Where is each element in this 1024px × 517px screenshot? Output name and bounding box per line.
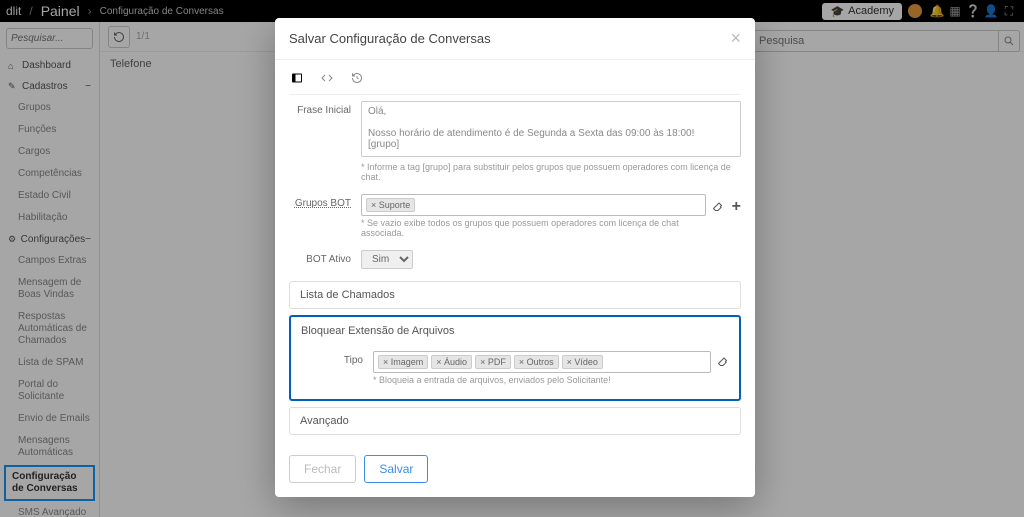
tipo-tag[interactable]: × PDF [475, 355, 511, 369]
row-grupos-bot: Grupos BOT × Suporte * Se vazio exibe to… [289, 188, 741, 244]
grupos-tag[interactable]: × Suporte [366, 198, 415, 212]
modal-close-button[interactable]: × [730, 28, 741, 49]
frase-hint: * Informe a tag [grupo] para substituir … [361, 162, 741, 182]
grupos-tagbox[interactable]: × Suporte [361, 194, 706, 216]
frase-label: Frase Inicial [289, 101, 361, 116]
block-title: Bloquear Extensão de Arquivos [301, 325, 729, 337]
section-avancado[interactable]: Avançado [289, 407, 741, 435]
section-bloquear-extensao: Bloquear Extensão de Arquivos Tipo × Ima… [289, 315, 741, 401]
clear-tags-button[interactable] [712, 200, 724, 215]
modal-tabs [289, 70, 741, 95]
frase-textarea[interactable]: Olá, Nosso horário de atendimento é de S… [361, 101, 741, 157]
add-tag-button[interactable]: + [732, 198, 741, 216]
grupos-hint: * Se vazio exibe todos os grupos que pos… [361, 218, 706, 238]
modal-body: Frase Inicial Olá, Nosso horário de aten… [275, 60, 755, 445]
section-lista-chamados[interactable]: Lista de Chamados [289, 281, 741, 309]
modal-title: Salvar Configuração de Conversas [289, 31, 491, 46]
tipo-tag[interactable]: × Outros [514, 355, 559, 369]
tipo-tag[interactable]: × Imagem [378, 355, 428, 369]
modal: Salvar Configuração de Conversas × Frase… [275, 18, 755, 497]
modal-footer: Fechar Salvar [275, 445, 755, 497]
panel-icon [291, 72, 303, 84]
modal-header: Salvar Configuração de Conversas × [275, 18, 755, 60]
botativo-select[interactable]: Sim [361, 250, 413, 269]
tipo-tag[interactable]: × Áudio [431, 355, 472, 369]
code-icon [321, 72, 333, 84]
grupos-label: Grupos BOT [289, 194, 361, 209]
eraser-icon [717, 355, 729, 367]
tipo-tagbox[interactable]: × Imagem × Áudio × PDF × Outros × Vídeo [373, 351, 711, 373]
botativo-label: BOT Ativo [289, 250, 361, 265]
tab-history[interactable] [349, 70, 365, 86]
tab-general[interactable] [289, 70, 305, 86]
tipo-tag[interactable]: × Vídeo [562, 355, 603, 369]
row-bot-ativo: BOT Ativo Sim [289, 244, 741, 275]
eraser-icon [712, 200, 724, 212]
save-button[interactable]: Salvar [364, 455, 428, 483]
history-icon [351, 72, 363, 84]
tipo-hint: * Bloqueia a entrada de arquivos, enviad… [373, 375, 711, 385]
tab-code[interactable] [319, 70, 335, 86]
row-tipo: Tipo × Imagem × Áudio × PDF × Outros × V… [301, 345, 729, 391]
clear-tipo-button[interactable] [717, 355, 729, 370]
row-frase-inicial: Frase Inicial Olá, Nosso horário de aten… [289, 95, 741, 188]
tipo-label: Tipo [301, 351, 373, 366]
close-button[interactable]: Fechar [289, 455, 356, 483]
